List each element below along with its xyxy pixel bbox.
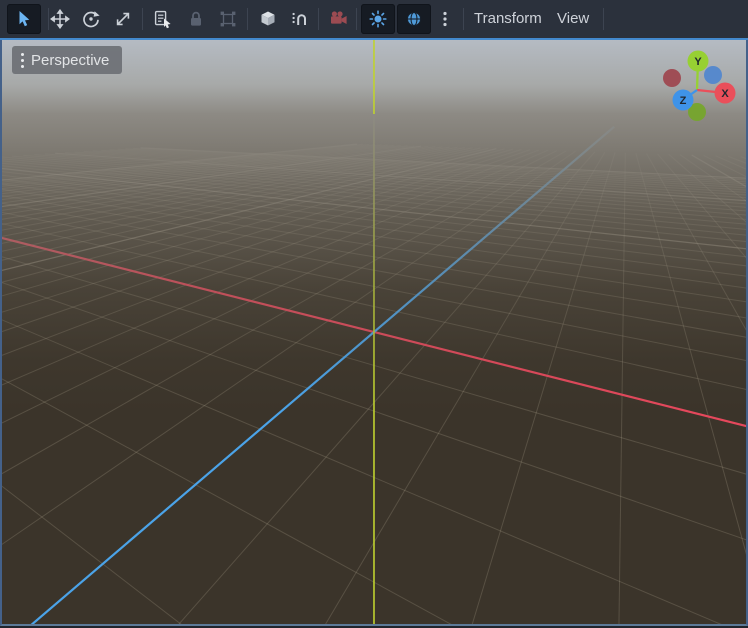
toolbar-separator: [247, 8, 248, 30]
gizmo-axis-label: X: [721, 88, 729, 100]
preview-settings-menu-button[interactable]: [430, 4, 460, 34]
rotate-icon: [81, 9, 101, 29]
godot-3d-editor: Transform View Perspective Y X Z: [0, 0, 748, 628]
cursor-icon: [14, 9, 34, 29]
viewport-canvas[interactable]: [2, 40, 746, 624]
kebab-menu-icon: [435, 9, 455, 29]
projection-menu-button[interactable]: Perspective: [12, 46, 122, 74]
gizmo-negative-z-ball[interactable]: [704, 66, 722, 84]
globe-icon: [404, 9, 424, 29]
toolbar-separator: [603, 8, 604, 30]
move-icon: [50, 9, 70, 29]
toolbar-separator: [318, 8, 319, 30]
kebab-menu-icon: [21, 53, 24, 68]
origin-axes: [2, 40, 746, 624]
lock-button[interactable]: [181, 4, 211, 34]
gizmo-negative-x-ball[interactable]: [663, 69, 681, 87]
move-tool-button[interactable]: [45, 4, 75, 34]
camera-icon: [329, 9, 349, 29]
toolbar-separator: [463, 8, 464, 30]
rotate-tool-button[interactable]: [76, 4, 106, 34]
preview-camera-button[interactable]: [324, 4, 354, 34]
lock-icon: [186, 9, 206, 29]
preview-environment-button[interactable]: [397, 4, 431, 34]
scale-tool-button[interactable]: [108, 4, 138, 34]
magnet-icon: [290, 9, 310, 29]
select-tool-button[interactable]: [7, 4, 41, 34]
local-space-button[interactable]: [253, 4, 283, 34]
group-icon: [218, 9, 238, 29]
spatial-toolbar: Transform View: [0, 0, 748, 38]
transform-menu[interactable]: Transform: [468, 0, 548, 38]
viewport-3d[interactable]: Perspective Y X Z: [0, 40, 748, 626]
preview-sunlight-button[interactable]: [361, 4, 395, 34]
view-menu[interactable]: View: [551, 0, 595, 38]
scale-icon: [113, 9, 133, 29]
projection-label: Perspective: [31, 52, 109, 69]
cube-icon: [258, 9, 278, 29]
sun-icon: [368, 9, 388, 29]
list-select-icon: [153, 9, 173, 29]
snap-button[interactable]: [285, 4, 315, 34]
gizmo-axis-label: Z: [680, 95, 687, 107]
toolbar-separator: [142, 8, 143, 30]
group-button[interactable]: [213, 4, 243, 34]
list-select-tool-button[interactable]: [148, 4, 178, 34]
gizmo-axis-label: Y: [694, 56, 702, 68]
orientation-gizmo[interactable]: Y X Z: [647, 40, 747, 140]
toolbar-separator: [356, 8, 357, 30]
